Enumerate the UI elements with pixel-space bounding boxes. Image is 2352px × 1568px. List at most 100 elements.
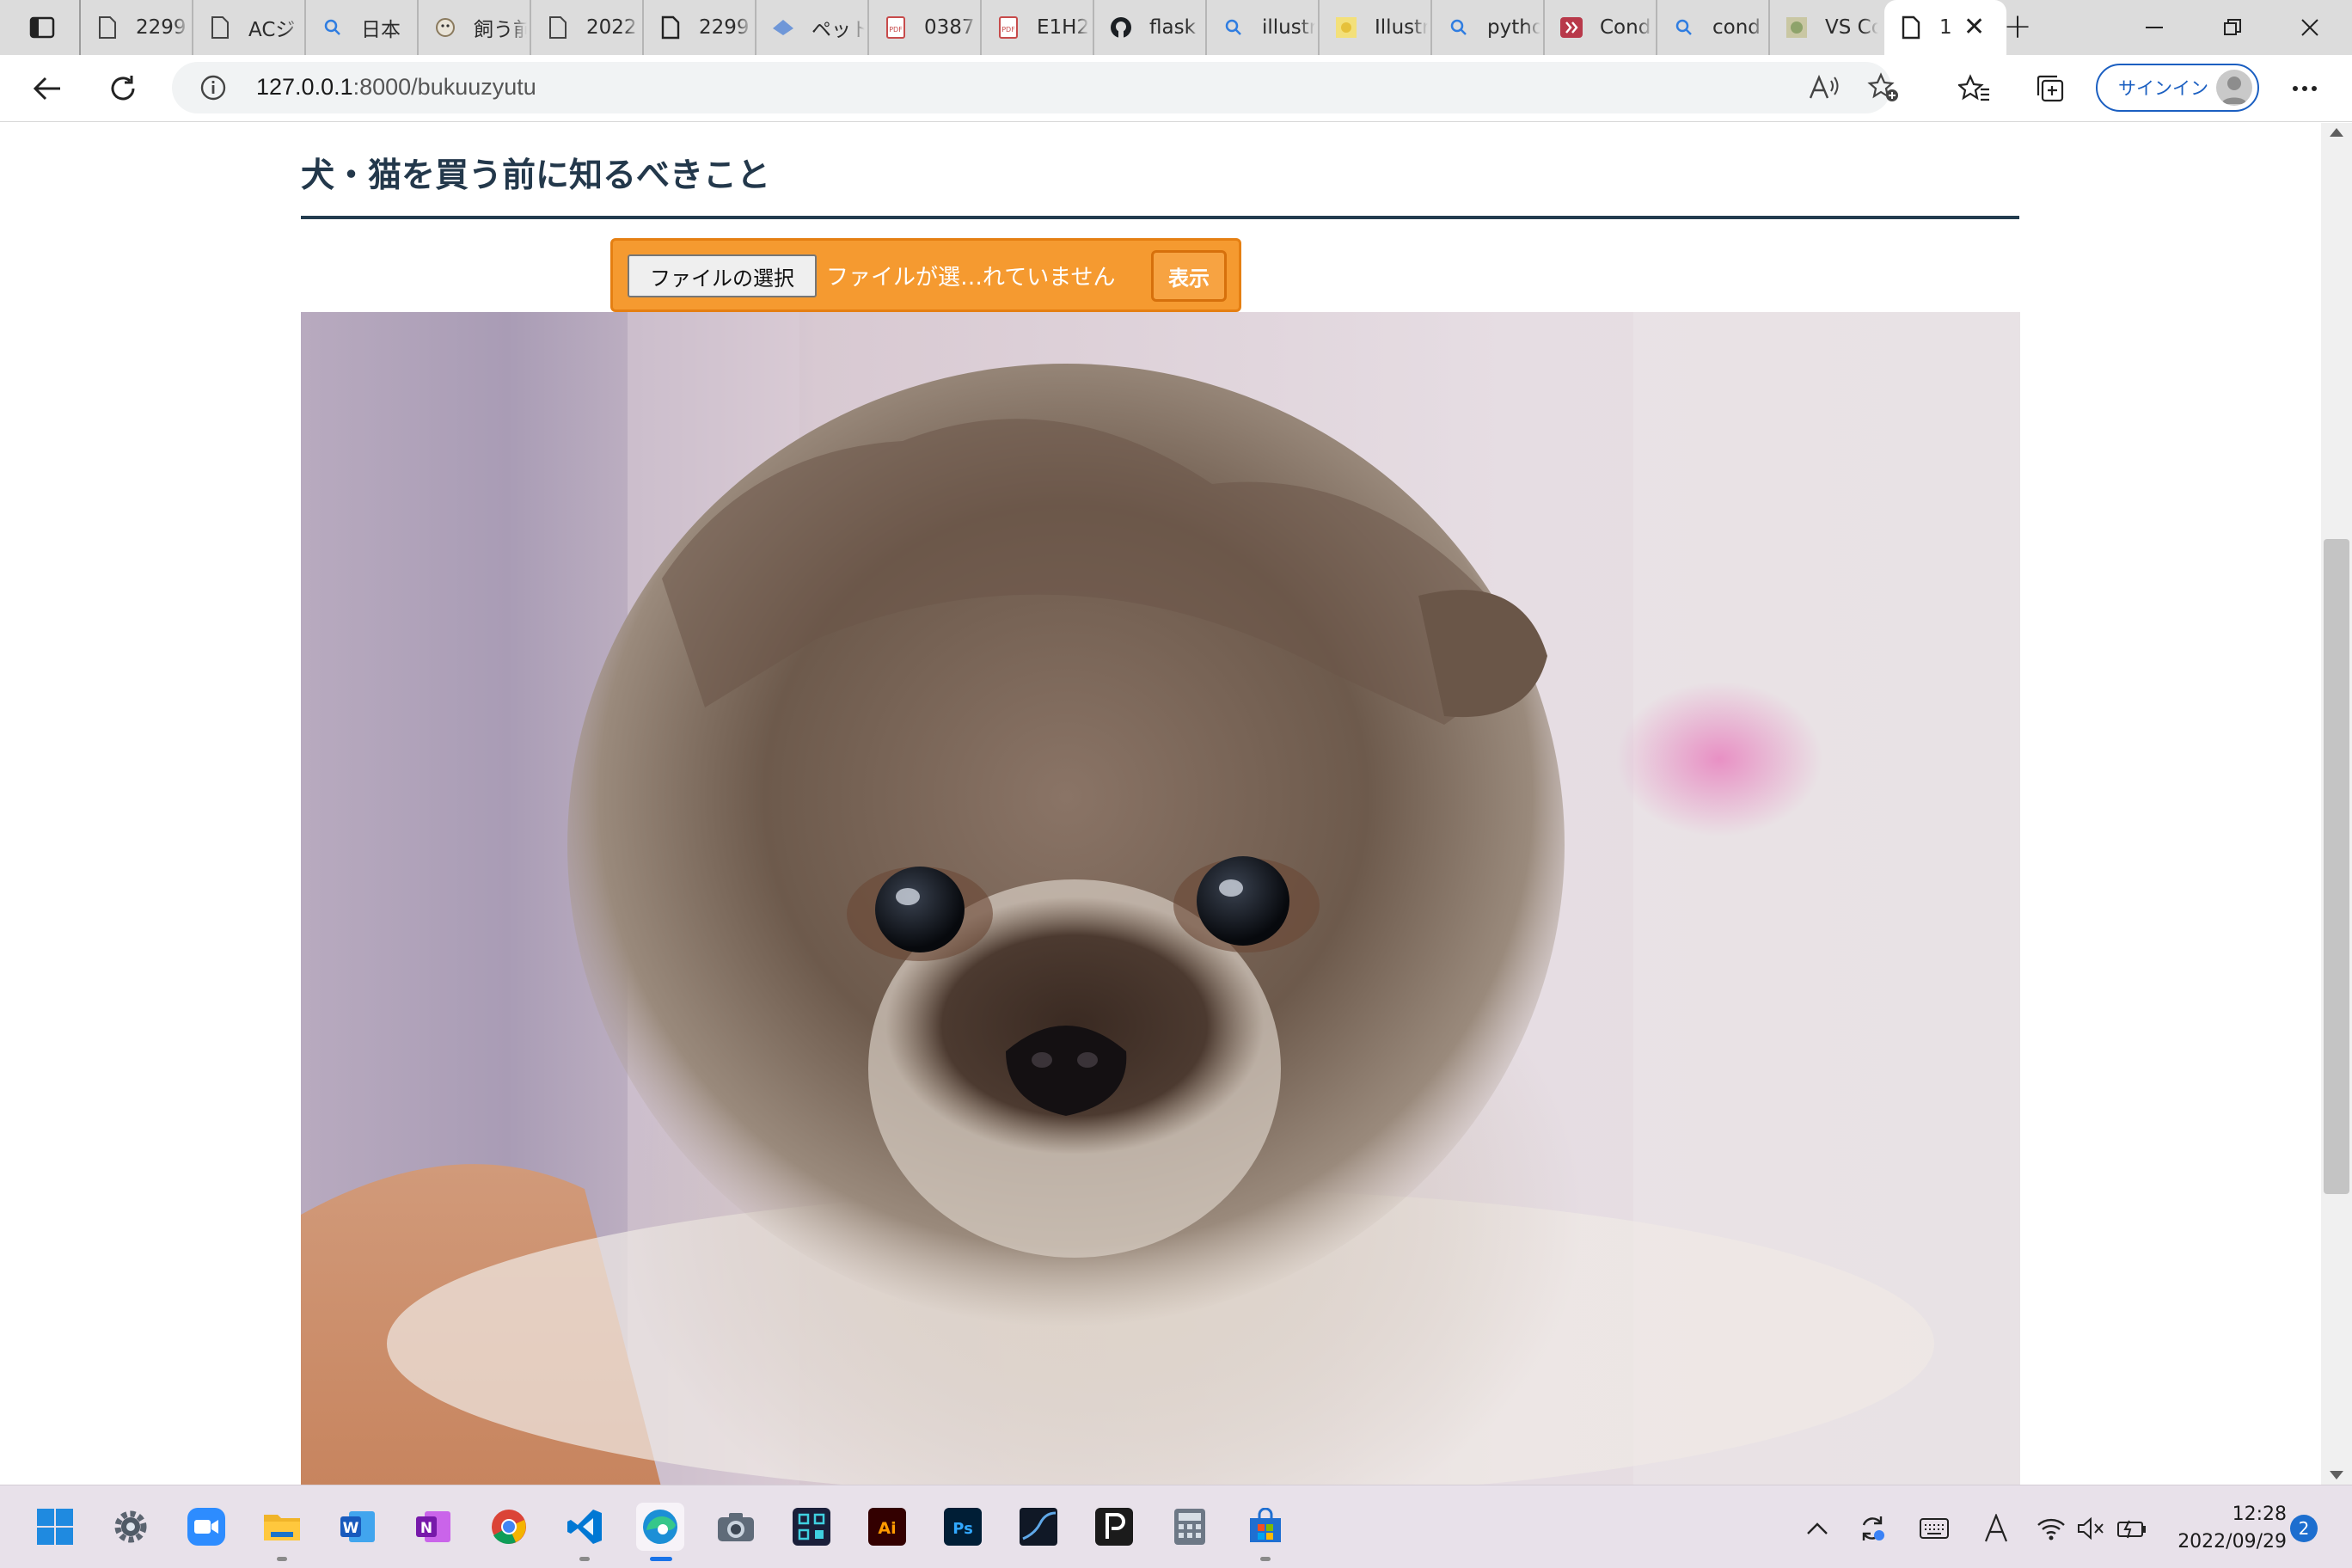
keyboard-tray-icon[interactable] bbox=[1917, 1511, 1951, 1546]
word-icon: W bbox=[340, 1511, 375, 1542]
tab-10[interactable]: flask bbox=[1093, 0, 1205, 55]
back-button[interactable] bbox=[26, 67, 69, 110]
tab-title: 0387 bbox=[924, 16, 975, 39]
pet-site-icon bbox=[432, 15, 458, 40]
tab-title: Illustr bbox=[1375, 16, 1428, 39]
graph-app[interactable] bbox=[1014, 1503, 1063, 1551]
tab-3[interactable]: 日本 bbox=[304, 0, 417, 55]
tab-active[interactable]: 1 ✕ bbox=[1884, 0, 2006, 55]
ime-tray-icon[interactable] bbox=[1979, 1511, 2013, 1546]
back-arrow-icon bbox=[33, 77, 60, 101]
running-indicator bbox=[650, 1557, 672, 1561]
refresh-button[interactable] bbox=[101, 67, 144, 110]
scrollbar-thumb[interactable] bbox=[2324, 539, 2349, 1194]
address-bar[interactable]: 127.0.0.1:8000/bukuuzyutu bbox=[172, 62, 1898, 113]
page-viewport: 犬・猫を買う前に知るべきこと ファイルの選択 ファイルが選…れていません 表示 bbox=[0, 123, 2321, 1485]
tab-8[interactable]: PDF 0387 bbox=[867, 0, 980, 55]
show-hidden-icons-button[interactable] bbox=[1800, 1511, 1834, 1546]
page-heading: 犬・猫を買う前に知るべきこと bbox=[301, 140, 2019, 219]
illustrator-app[interactable]: Ai bbox=[863, 1503, 911, 1551]
tab-7[interactable]: ペット bbox=[755, 0, 867, 55]
store-bag-icon bbox=[1250, 1508, 1281, 1542]
collections-button[interactable] bbox=[2029, 67, 2072, 110]
tab-actions-menu-icon[interactable] bbox=[21, 12, 64, 43]
close-tab-icon[interactable]: ✕ bbox=[1963, 15, 1985, 40]
volume-tray-icon[interactable] bbox=[2073, 1511, 2108, 1546]
vscode-site-icon bbox=[1784, 15, 1810, 40]
tab-title: illustr bbox=[1262, 16, 1315, 39]
qr-app[interactable] bbox=[787, 1503, 836, 1551]
svg-text:W: W bbox=[343, 1520, 359, 1537]
edge-app[interactable] bbox=[636, 1503, 684, 1561]
tab-14[interactable]: Cond bbox=[1543, 0, 1656, 55]
vscode-icon bbox=[567, 1510, 602, 1544]
more-menu-button[interactable] bbox=[2283, 67, 2326, 110]
word-app[interactable]: W bbox=[334, 1503, 382, 1551]
file-select-button[interactable]: ファイルの選択 bbox=[628, 254, 817, 297]
chrome-app[interactable] bbox=[485, 1503, 533, 1551]
calculator-app[interactable] bbox=[1166, 1503, 1214, 1551]
tab-5[interactable]: 2022 bbox=[530, 0, 642, 55]
vscode-app[interactable] bbox=[560, 1503, 609, 1561]
store-app[interactable] bbox=[1241, 1503, 1289, 1561]
pdf-app[interactable] bbox=[1090, 1503, 1138, 1551]
tab-9[interactable]: PDF E1H2 bbox=[980, 0, 1093, 55]
sync-icon bbox=[1862, 1516, 1884, 1540]
page-icon bbox=[207, 15, 233, 40]
onenote-app[interactable]: N bbox=[409, 1503, 457, 1551]
add-favorite-button[interactable] bbox=[1862, 66, 1905, 109]
vertical-scrollbar[interactable] bbox=[2321, 123, 2352, 1485]
camera-app[interactable] bbox=[712, 1503, 760, 1551]
sync-tray-icon[interactable] bbox=[1855, 1511, 1890, 1546]
new-tab-button[interactable]: + bbox=[1998, 9, 2037, 45]
tab-13[interactable]: pytho bbox=[1430, 0, 1543, 55]
tab-15[interactable]: cond bbox=[1656, 0, 1768, 55]
p-letter-icon bbox=[1095, 1508, 1133, 1546]
pdf-icon: PDF bbox=[883, 15, 909, 40]
signin-button[interactable]: サインイン bbox=[2096, 64, 2259, 112]
tab-4[interactable]: 飼う前 bbox=[417, 0, 530, 55]
camera-icon bbox=[718, 1513, 754, 1541]
start-button[interactable] bbox=[31, 1503, 79, 1551]
ellipsis-icon bbox=[2293, 86, 2317, 91]
restore-button[interactable] bbox=[2194, 0, 2271, 55]
wifi-tray-icon[interactable] bbox=[2034, 1511, 2068, 1546]
settings-app[interactable] bbox=[107, 1503, 155, 1551]
scroll-down-arrow-icon[interactable] bbox=[2330, 1471, 2343, 1479]
url-text[interactable]: 127.0.0.1:8000/bukuuzyutu bbox=[256, 74, 536, 101]
tab-12[interactable]: Illustr bbox=[1318, 0, 1430, 55]
tab-1[interactable]: 2299 bbox=[79, 0, 192, 55]
running-indicator bbox=[277, 1557, 287, 1561]
tab-title: flask bbox=[1149, 16, 1196, 39]
read-aloud-button[interactable] bbox=[1802, 66, 1845, 109]
collections-icon bbox=[2037, 75, 2064, 102]
volume-muted-icon bbox=[2078, 1516, 2104, 1540]
notification-badge[interactable]: 2 bbox=[2290, 1515, 2318, 1542]
tab-title: VS Co bbox=[1825, 16, 1878, 39]
zoom-app[interactable] bbox=[182, 1503, 230, 1551]
clock[interactable]: 12:28 2022/09/29 bbox=[2158, 1501, 2287, 1556]
tab-6[interactable]: 2299 bbox=[642, 0, 755, 55]
read-aloud-icon bbox=[1809, 74, 1839, 99]
close-window-button[interactable] bbox=[2271, 0, 2349, 55]
photoshop-app[interactable]: Ps bbox=[939, 1503, 987, 1551]
show-button[interactable]: 表示 bbox=[1151, 250, 1227, 302]
favorites-button[interactable] bbox=[1953, 67, 1996, 110]
minimize-icon bbox=[2146, 27, 2163, 28]
running-indicator bbox=[579, 1557, 590, 1561]
tab-11[interactable]: illustr bbox=[1205, 0, 1318, 55]
scroll-up-arrow-icon[interactable] bbox=[2330, 128, 2343, 137]
tab-2[interactable]: ACジ bbox=[192, 0, 304, 55]
file-explorer-app[interactable] bbox=[258, 1503, 306, 1561]
windows-logo-icon bbox=[37, 1509, 73, 1545]
battery-tray-icon[interactable] bbox=[2115, 1511, 2149, 1546]
search-icon bbox=[1671, 15, 1697, 40]
minimize-button[interactable] bbox=[2116, 0, 2194, 55]
tab-16[interactable]: VS Co bbox=[1768, 0, 1881, 55]
url-path: :8000/bukuuzyutu bbox=[352, 74, 536, 100]
qr-code-icon bbox=[793, 1508, 830, 1546]
tab-title: pytho bbox=[1487, 16, 1540, 39]
svg-text:N: N bbox=[420, 1520, 432, 1537]
site-info-icon[interactable] bbox=[199, 74, 227, 101]
close-icon bbox=[2301, 19, 2318, 36]
